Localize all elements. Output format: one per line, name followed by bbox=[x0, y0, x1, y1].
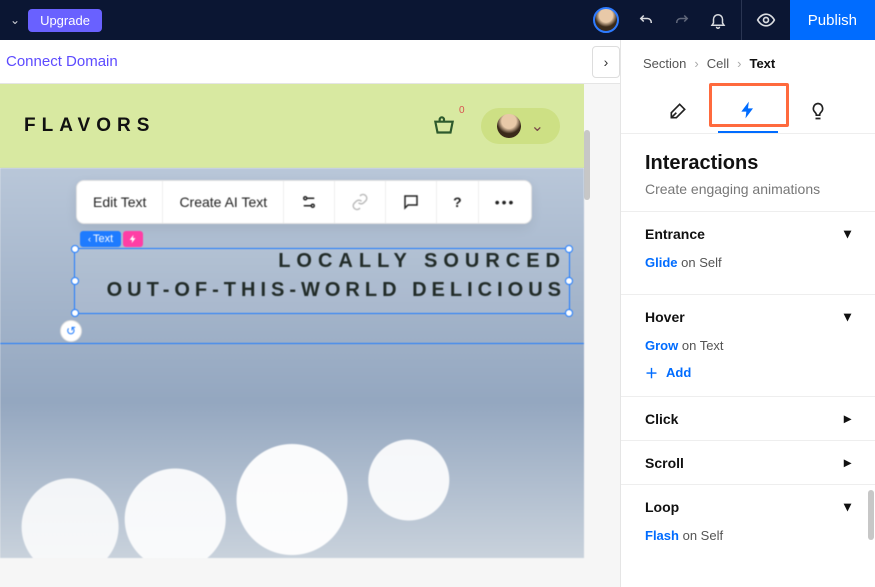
inspector-tabs bbox=[621, 81, 875, 134]
canvas-column: Connect Domain › FLAVORS 0 ⌄ bbox=[0, 40, 620, 587]
comment-icon[interactable] bbox=[386, 181, 437, 223]
upgrade-button[interactable]: Upgrade bbox=[28, 9, 102, 32]
panel-header: Interactions Create engaging animations bbox=[621, 134, 875, 211]
plus-icon: ＋ bbox=[645, 363, 658, 382]
top-left: ⌄ Upgrade bbox=[10, 9, 102, 32]
top-right: Publish bbox=[579, 0, 875, 40]
site-brand: FLAVORS bbox=[24, 115, 155, 137]
hover-effect-row[interactable]: Grow on Text bbox=[645, 338, 851, 353]
sidebar-scrollbar[interactable] bbox=[868, 490, 874, 540]
canvas[interactable]: FLAVORS 0 ⌄ Edit Text Create A bbox=[0, 84, 620, 587]
link-icon[interactable] bbox=[335, 181, 386, 223]
breadcrumb: Section › Cell › Text bbox=[621, 40, 875, 81]
selection-outline bbox=[74, 248, 570, 314]
user-avatar[interactable] bbox=[593, 7, 619, 33]
profile-dropdown[interactable]: ⌄ bbox=[481, 108, 560, 144]
help-icon[interactable]: ? bbox=[437, 181, 479, 223]
chevron-down-icon: ⌄ bbox=[531, 116, 544, 136]
hover-header[interactable]: Hover ▾ bbox=[621, 295, 875, 338]
section-outline bbox=[0, 343, 584, 349]
loop-effect-row[interactable]: Flash on Self bbox=[645, 528, 851, 543]
hover-effect-target: on Text bbox=[682, 338, 724, 353]
menu-chevron-icon[interactable]: ⌄ bbox=[10, 13, 20, 27]
scroll-title: Scroll bbox=[645, 455, 684, 471]
caret-down-icon: ▾ bbox=[844, 225, 851, 242]
top-actions-group bbox=[579, 0, 742, 40]
site-header-right: 0 ⌄ bbox=[431, 108, 560, 144]
inspector-sidebar: Section › Cell › Text Interactions Creat… bbox=[620, 40, 875, 587]
chevron-right-icon: › bbox=[737, 56, 741, 71]
cart-count-badge: 0 bbox=[459, 105, 465, 116]
add-hover-button[interactable]: ＋ Add bbox=[645, 363, 851, 382]
design-tab[interactable] bbox=[648, 89, 708, 133]
revert-icon[interactable]: ↺ bbox=[60, 320, 82, 342]
breadcrumb-section[interactable]: Section bbox=[643, 56, 686, 71]
scroll-header[interactable]: Scroll ▸ bbox=[621, 441, 875, 484]
site-header: FLAVORS 0 ⌄ bbox=[0, 84, 584, 168]
redo-icon[interactable] bbox=[673, 11, 691, 29]
publish-button[interactable]: Publish bbox=[790, 0, 875, 40]
loop-header[interactable]: Loop ▾ bbox=[621, 485, 875, 528]
interaction-indicator-icon[interactable] bbox=[123, 231, 143, 247]
hero-section[interactable]: Edit Text Create AI Text ? ••• bbox=[0, 168, 584, 558]
panel-title: Interactions bbox=[645, 152, 851, 175]
cart-icon[interactable]: 0 bbox=[431, 115, 457, 137]
undo-icon[interactable] bbox=[637, 11, 655, 29]
selection-label: ‹ Text bbox=[80, 231, 143, 247]
connect-domain-link[interactable]: Connect Domain bbox=[6, 53, 118, 70]
click-title: Click bbox=[645, 411, 678, 427]
chevron-right-icon: › bbox=[694, 56, 698, 71]
entrance-effect-name: Glide bbox=[645, 255, 678, 270]
interactions-tab[interactable] bbox=[718, 89, 778, 133]
accordion-scroll: Scroll ▸ bbox=[621, 440, 875, 484]
animation-settings-icon[interactable] bbox=[284, 181, 335, 223]
preview-icon[interactable] bbox=[756, 10, 776, 30]
entrance-header[interactable]: Entrance ▾ bbox=[621, 212, 875, 255]
profile-avatar-icon bbox=[497, 114, 521, 138]
notifications-icon[interactable] bbox=[709, 11, 727, 29]
caret-right-icon: ▸ bbox=[844, 454, 851, 471]
preview-group bbox=[742, 0, 790, 40]
loop-effect-target: on Self bbox=[683, 528, 723, 543]
caret-right-icon: ▸ bbox=[844, 410, 851, 427]
entrance-title: Entrance bbox=[645, 226, 705, 242]
panel-subtitle: Create engaging animations bbox=[645, 181, 851, 197]
accordion-loop: Loop ▾ Flash on Self bbox=[621, 484, 875, 567]
accordion-click: Click ▸ bbox=[621, 396, 875, 440]
click-header[interactable]: Click ▸ bbox=[621, 397, 875, 440]
ideas-tab[interactable] bbox=[788, 89, 848, 133]
add-label: Add bbox=[666, 365, 691, 380]
canvas-scrollbar[interactable] bbox=[584, 130, 590, 200]
breadcrumb-text: Text bbox=[749, 56, 775, 71]
sub-bar: Connect Domain › bbox=[0, 40, 620, 84]
loop-title: Loop bbox=[645, 499, 679, 515]
accordion-entrance: Entrance ▾ Glide on Self bbox=[621, 211, 875, 294]
breadcrumb-cell[interactable]: Cell bbox=[707, 56, 729, 71]
entrance-effect-row[interactable]: Glide on Self bbox=[645, 255, 851, 270]
caret-down-icon: ▾ bbox=[844, 308, 851, 325]
caret-down-icon: ▾ bbox=[844, 498, 851, 515]
collapse-panel-icon[interactable]: › bbox=[592, 46, 620, 78]
more-icon[interactable]: ••• bbox=[479, 181, 532, 223]
hover-title: Hover bbox=[645, 309, 685, 325]
create-ai-text-button[interactable]: Create AI Text bbox=[163, 181, 284, 223]
element-toolbar: Edit Text Create AI Text ? ••• bbox=[76, 180, 532, 224]
loop-effect-name: Flash bbox=[645, 528, 679, 543]
accordion-hover: Hover ▾ Grow on Text ＋ Add bbox=[621, 294, 875, 396]
main: Connect Domain › FLAVORS 0 ⌄ bbox=[0, 40, 875, 587]
hover-effect-name: Grow bbox=[645, 338, 678, 353]
selection-type-chip[interactable]: ‹ Text bbox=[80, 231, 121, 247]
selection-type-text: Text bbox=[93, 233, 113, 245]
edit-text-button[interactable]: Edit Text bbox=[77, 181, 163, 223]
top-bar: ⌄ Upgrade Publish bbox=[0, 0, 875, 40]
